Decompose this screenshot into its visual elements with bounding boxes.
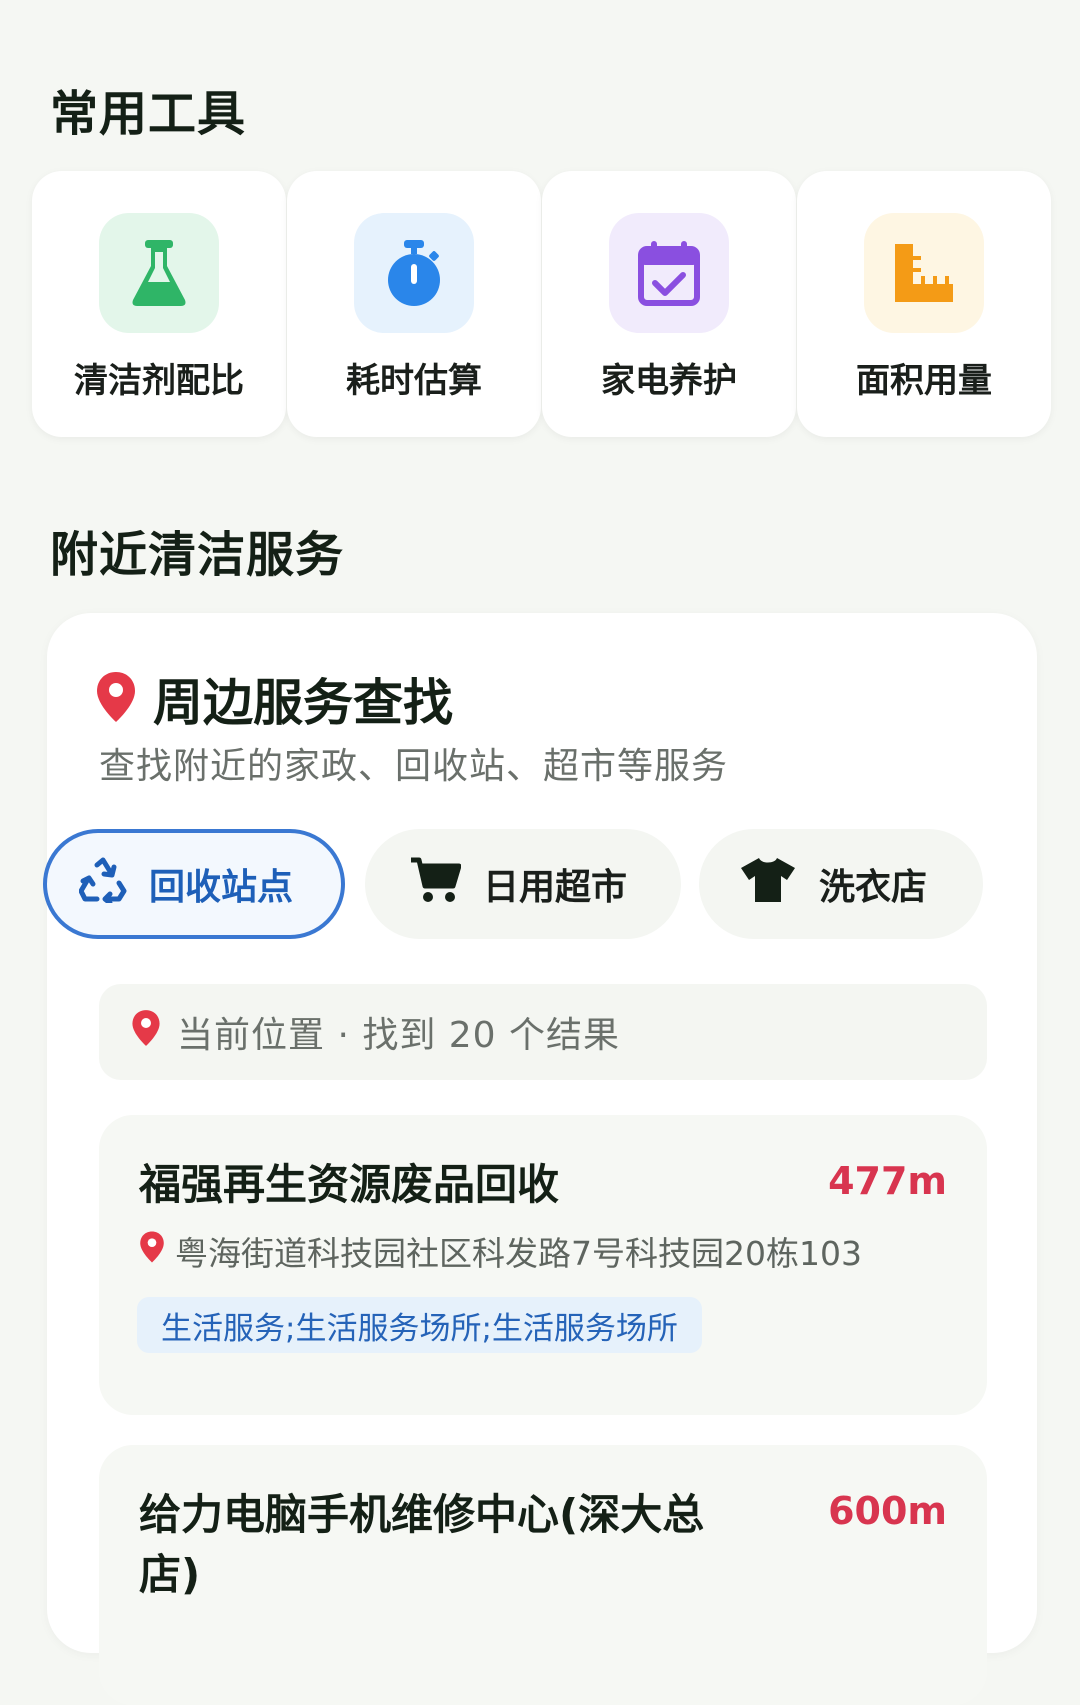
category-chips: 回收站点 日用超市 洗衣店 (43, 829, 983, 939)
result-distance: 477m (828, 1159, 947, 1203)
service-header: 周边服务查找 (95, 663, 453, 735)
tool-label: 清洁剂配比 (74, 361, 244, 401)
chip-laundry[interactable]: 洗衣店 (699, 829, 983, 939)
chip-label: 回收站点 (149, 867, 294, 908)
result-name: 给力电脑手机维修中心(深大总店) (139, 1490, 705, 1599)
flask-icon (99, 213, 219, 333)
address-text: 粤海街道科技园社区科发路7号科技园20栋103 (175, 1234, 862, 1273)
category-tag: 生活服务;生活服务场所;生活服务场所 (137, 1297, 702, 1353)
result-name: 福强再生资源废品回收 (139, 1160, 560, 1209)
service-subtitle: 查找附近的家政、回收站、超市等服务 (99, 746, 729, 787)
shopping-cart-icon (409, 856, 462, 913)
location-summary: 当前位置 · 找到 20 个结果 (177, 1015, 621, 1056)
tool-card-detergent-ratio[interactable]: 清洁剂配比 (32, 171, 286, 437)
tool-label: 耗时估算 (346, 361, 482, 401)
tool-card-area-usage[interactable]: 面积用量 (797, 171, 1051, 437)
result-card[interactable]: 福强再生资源废品回收 477m 粤海街道科技园社区科发路7号科技园20栋103 … (99, 1115, 987, 1415)
location-pin-icon (95, 670, 137, 728)
recycle-icon (78, 857, 127, 912)
current-location-bar: 当前位置 · 找到 20 个结果 (99, 984, 987, 1080)
service-title: 周边服务查找 (153, 674, 453, 732)
stopwatch-icon (354, 213, 474, 333)
tool-label: 面积用量 (856, 361, 992, 401)
location-pin-icon (131, 1008, 161, 1057)
chip-grocery-store[interactable]: 日用超市 (365, 829, 681, 939)
result-address: 粤海街道科技园社区科发路7号科技园20栋103 (139, 1227, 862, 1275)
tools-grid: 清洁剂配比 耗时估算 家电养护 面积用量 (32, 171, 1052, 437)
tshirt-icon (739, 856, 797, 913)
calendar-check-icon (609, 213, 729, 333)
chip-label: 洗衣店 (819, 867, 928, 908)
result-card[interactable]: 给力电脑手机维修中心(深大总店) 600m (99, 1445, 987, 1705)
section-title-nearby: 附近清洁服务 (50, 527, 345, 583)
nearby-service-card: 周边服务查找 查找附近的家政、回收站、超市等服务 回收站点 日用超市 洗衣店 当… (43, 613, 1037, 1705)
location-pin-icon (139, 1230, 165, 1272)
tool-label: 家电养护 (601, 361, 737, 401)
ruler-icon (864, 213, 984, 333)
section-title-tools: 常用工具 (50, 86, 247, 142)
chip-recycle-station[interactable]: 回收站点 (43, 829, 345, 939)
tool-card-time-estimate[interactable]: 耗时估算 (287, 171, 541, 437)
result-distance: 600m (828, 1489, 947, 1533)
tool-card-appliance-care[interactable]: 家电养护 (542, 171, 796, 437)
chip-label: 日用超市 (483, 867, 628, 908)
